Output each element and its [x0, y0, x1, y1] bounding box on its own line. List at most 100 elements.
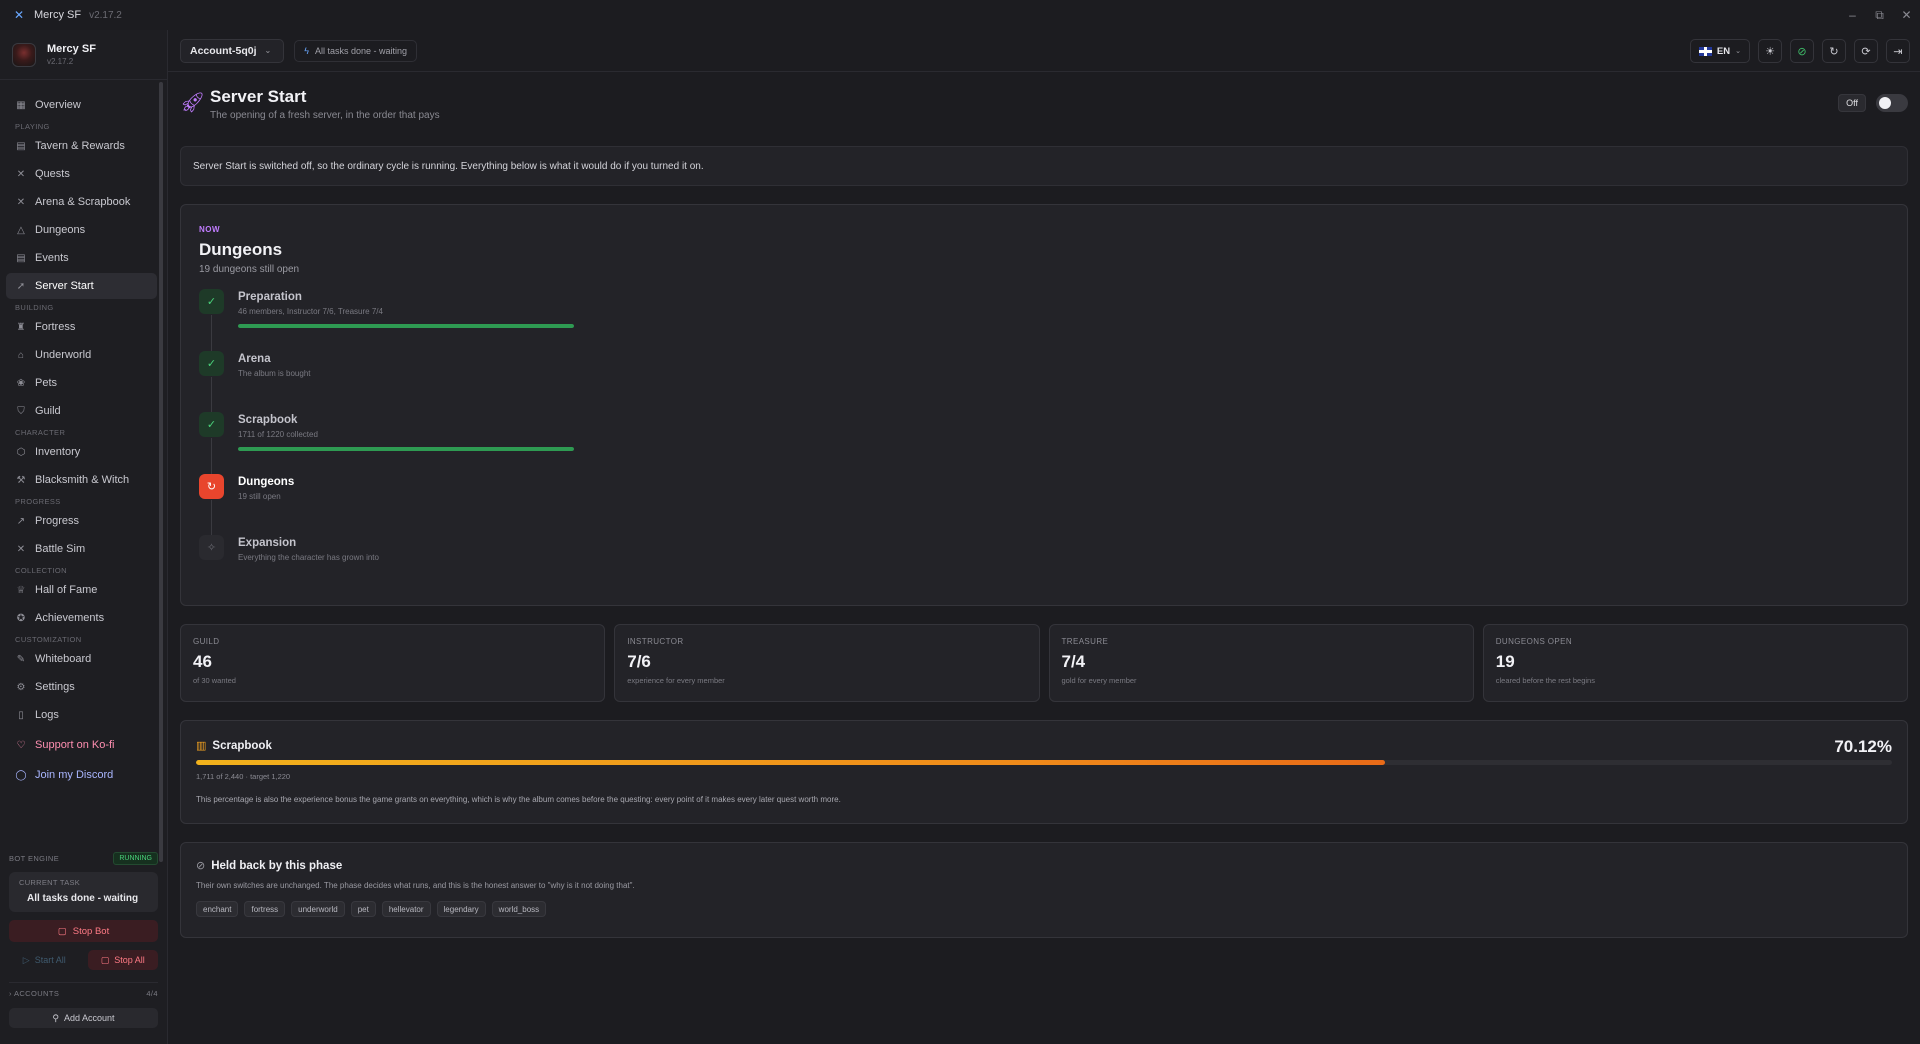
start-all-button[interactable]: ▷ Start All [9, 950, 80, 970]
chat-icon: ◯ [15, 769, 27, 781]
notice-banner: Server Start is switched off, so the ord… [180, 146, 1908, 186]
step-connector [211, 499, 212, 536]
account-select[interactable]: Account-5q0j ⌄ [180, 38, 285, 63]
sidebar-item-battle-sim[interactable]: ✕ Battle Sim [6, 536, 157, 562]
chevron-down-icon: ⌄ [1735, 48, 1741, 55]
sidebar: Mercy SF v2.17.2 ▦ Overview PLAYING ▤ Tave… [0, 30, 168, 1044]
sidebar-scrollbar[interactable] [159, 82, 163, 862]
step-desc: 1711 of 1220 collected [238, 430, 318, 439]
sidebar-item-blacksmith[interactable]: ⚒ Blacksmith & Witch [6, 467, 157, 493]
profile[interactable]: Mercy SF v2.17.2 [0, 30, 167, 80]
bot-engine-panel: BOT ENGINE RUNNING CURRENT TASK All task… [0, 848, 168, 1028]
discord-link[interactable]: ◯ Join my Discord [6, 762, 157, 788]
held-back-chips: enchant fortress underworld pet hellevat… [196, 901, 1892, 917]
step-title: Preparation [238, 291, 302, 303]
add-account-button[interactable]: ⚲ Add Account [9, 1008, 158, 1028]
stop-bot-button[interactable]: ▢ Stop Bot [9, 920, 158, 942]
sidebar-item-arena[interactable]: ✕ Arena & Scrapbook [6, 189, 157, 215]
sidebar-item-progress[interactable]: ↗ Progress [6, 508, 157, 534]
add-account-label: Add Account [64, 1013, 115, 1023]
sidebar-item-label: Quests [35, 168, 70, 180]
step-progress-fill [238, 324, 574, 328]
sidebar-item-events[interactable]: ▤ Events [6, 245, 157, 271]
server-start-toggle[interactable] [1876, 94, 1908, 112]
check-icon: ✓ [199, 412, 224, 437]
status-pill: ϟ All tasks done - waiting [294, 39, 418, 62]
stat-card-instructor: INSTRUCTOR 7/6 experience for every memb… [614, 624, 1040, 702]
visibility-toggle-button[interactable]: ⊘ [1790, 39, 1814, 63]
app-version: v2.17.2 [89, 9, 122, 21]
stat-label: TREASURE [1061, 637, 1109, 646]
sidebar-item-server-start[interactable]: ➚ Server Start [6, 273, 157, 299]
reload-button[interactable]: ⟳ [1854, 39, 1878, 63]
sidebar-item-guild[interactable]: ⛉ Guild [6, 398, 157, 424]
step-scrapbook: ✓ Scrapbook 1711 of 1220 collected [199, 412, 1889, 474]
accounts-toggle[interactable]: › ACCOUNTS 4/4 [9, 982, 158, 998]
scrapbook-meta: 1,711 of 2,440 · target 1,220 [196, 772, 291, 781]
sidebar-item-underworld[interactable]: ⌂ Underworld [6, 342, 157, 368]
sidebar-item-tavern[interactable]: ▤ Tavern & Rewards [6, 133, 157, 159]
status-badge: RUNNING [113, 851, 158, 865]
stop-all-button[interactable]: ▢ Stop All [87, 950, 158, 970]
profile-name: Mercy SF [47, 43, 96, 55]
sidebar-item-overview[interactable]: ▦ Overview [6, 92, 157, 118]
sidebar-item-achievements[interactable]: ✪ Achievements [6, 605, 157, 631]
scrapbook-note: This percentage is also the experience b… [196, 795, 841, 804]
held-back-desc: Their own switches are unchanged. The ph… [196, 881, 635, 890]
box-icon: ⬡ [16, 446, 26, 458]
stop-all-label: Stop All [114, 955, 145, 965]
profile-version: v2.17.2 [47, 57, 74, 66]
sidebar-item-quests[interactable]: ✕ Quests [6, 161, 157, 187]
paw-icon: ❀ [16, 377, 26, 389]
sidebar-item-pets[interactable]: ❀ Pets [6, 370, 157, 396]
logout-button[interactable]: ⇥ [1886, 39, 1910, 63]
sidebar-item-fortress[interactable]: ♜ Fortress [6, 314, 157, 340]
stat-sub: of 30 wanted [193, 676, 236, 685]
minimize-button[interactable]: – [1839, 0, 1866, 30]
sidebar-item-label: Inventory [35, 446, 81, 458]
discord-label: Join my Discord [35, 769, 114, 781]
crossed-swords-icon: ✕ [16, 543, 26, 555]
sidebar-item-label: Overview [35, 99, 81, 111]
step-title: Scrapbook [238, 414, 298, 426]
swords-icon: ✕ [16, 168, 26, 180]
step-arena: ✓ Arena The album is bought [199, 350, 1889, 413]
phase-tag: NOW [199, 225, 221, 234]
app-title: Mercy SF [34, 9, 82, 21]
scrapbook-percent: 70.12% [1834, 737, 1892, 756]
theme-toggle-button[interactable]: ☀ [1758, 39, 1782, 63]
rocket-icon: 🚀︎ [180, 92, 206, 114]
calendar-icon: ▤ [16, 140, 26, 152]
top-header: Account-5q0j ⌄ ϟ All tasks done - waitin… [168, 30, 1920, 72]
title-bar: ✕ Mercy SF v2.17.2 – ⧉ ✕ [0, 0, 1920, 30]
sidebar-item-dungeons[interactable]: △ Dungeons [6, 217, 157, 243]
sidebar-item-inventory[interactable]: ⬡ Inventory [6, 439, 157, 465]
sync-button[interactable]: ↻ [1822, 39, 1846, 63]
chip: legendary [436, 901, 486, 917]
sidebar-item-hall-of-fame[interactable]: ♕ Hall of Fame [6, 577, 157, 603]
language-select[interactable]: EN ⌄ [1689, 39, 1750, 63]
shield-icon: ⛉ [17, 405, 25, 417]
maximize-button[interactable]: ⧉ [1866, 0, 1893, 30]
stat-label: GUILD [193, 637, 220, 646]
app-logo-icon: ✕ [14, 8, 25, 22]
sidebar-item-whiteboard[interactable]: ✎ Whiteboard [6, 646, 157, 672]
sidebar-item-label: Settings [35, 681, 75, 693]
current-task-card: CURRENT TASK All tasks done - waiting [9, 872, 158, 912]
crossed-swords-icon: ✕ [16, 196, 26, 208]
sidebar-item-logs[interactable]: ▯ Logs [6, 702, 157, 728]
section-progress: PROGRESS [15, 497, 61, 506]
phase-steps: ✓ Preparation 46 members, Instructor 7/6… [199, 289, 1889, 597]
user-plus-icon: ⚲ [52, 1012, 60, 1023]
chip: hellevator [381, 901, 431, 917]
hammer-icon: ⚒ [16, 474, 26, 486]
sidebar-item-label: Guild [35, 405, 61, 417]
kofi-link[interactable]: ♡ Support on Ko-fi [6, 732, 157, 758]
close-button[interactable]: ✕ [1893, 0, 1920, 30]
file-icon: ▯ [18, 709, 24, 721]
section-building: BUILDING [15, 303, 54, 312]
brush-icon: ✎ [16, 653, 26, 665]
accounts-count: 4/4 [146, 989, 158, 998]
status-text: All tasks done - waiting [314, 45, 408, 56]
sidebar-item-settings[interactable]: ⚙ Settings [6, 674, 157, 700]
